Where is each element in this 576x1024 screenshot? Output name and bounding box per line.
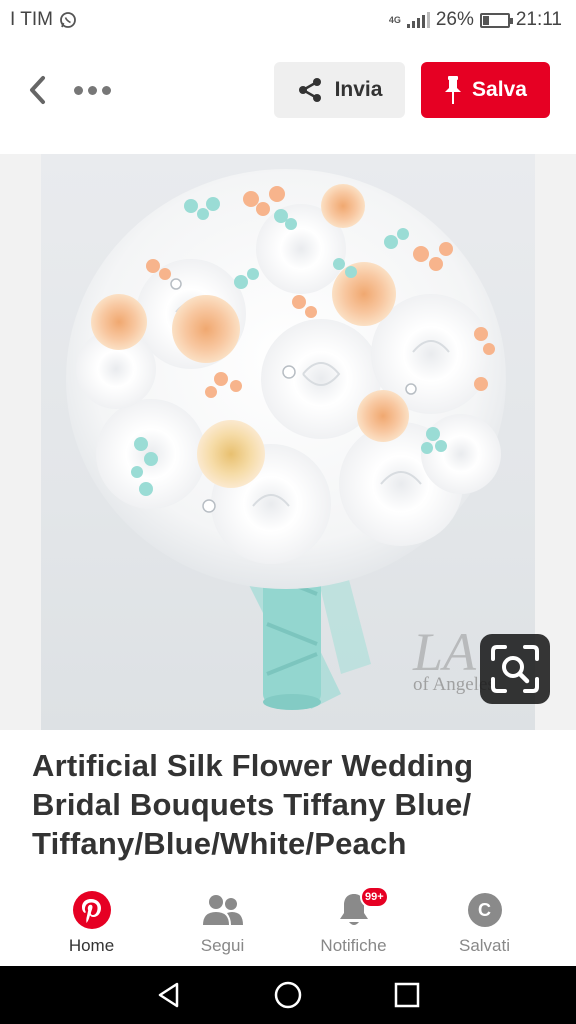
whatsapp-icon	[60, 12, 76, 28]
nav-icon-wrap: C	[467, 890, 502, 930]
square-recents-icon	[394, 982, 419, 1008]
dot-icon	[74, 85, 83, 95]
share-button[interactable]: Invia	[274, 62, 405, 118]
nav-item-saved[interactable]: C Salvati	[419, 880, 550, 966]
status-bar: I TIM 4G 26% 21:11	[0, 0, 576, 40]
nav-label-saved: Salvati	[458, 936, 511, 955]
share-label: Invia	[334, 78, 383, 101]
dot-icon	[102, 85, 111, 95]
share-icon	[298, 78, 321, 102]
bottom-navigation: Home Segui 99+ Notifiche C Salvati	[0, 880, 576, 966]
carrier-label: I TIM	[10, 9, 53, 30]
chevron-left-icon	[30, 76, 45, 104]
save-label: Salva	[472, 78, 527, 101]
system-back-button[interactable]	[149, 975, 189, 1015]
nav-label-following: Segui	[200, 936, 245, 955]
pinterest-logo-icon	[72, 891, 111, 929]
nav-item-home[interactable]: Home	[26, 880, 157, 966]
network-label: 4G	[388, 14, 401, 25]
battery-icon	[479, 12, 513, 28]
status-left: I TIM	[10, 9, 77, 31]
notification-badge: 99+	[360, 886, 389, 908]
status-right: 4G 26% 21:11	[389, 9, 562, 31]
people-icon	[202, 895, 243, 925]
avatar: C	[467, 893, 502, 927]
nav-icon-wrap	[72, 890, 112, 930]
save-button[interactable]: Salva	[421, 62, 550, 118]
triangle-back-icon	[159, 982, 179, 1008]
visual-search-button[interactable]	[480, 634, 550, 704]
back-button[interactable]	[22, 70, 52, 110]
network-type: 4G	[388, 14, 401, 25]
nav-icon-wrap	[202, 890, 244, 930]
pin-toolbar: Invia Salva	[0, 40, 576, 140]
battery-percent: 26%	[435, 9, 474, 30]
pin-icon	[445, 76, 462, 104]
pin-image[interactable]: LA of Angeles	[41, 154, 535, 730]
system-home-button[interactable]	[268, 975, 308, 1015]
nav-item-following[interactable]: Segui	[157, 880, 288, 966]
system-navigation-bar	[0, 966, 576, 1024]
circle-home-icon	[274, 981, 302, 1009]
more-options-button[interactable]	[74, 85, 111, 95]
pin-title: Artificial Silk Flower Wedding Bridal Bo…	[32, 748, 474, 861]
nav-item-notifications[interactable]: 99+ Notifiche	[288, 880, 419, 966]
clock: 21:11	[515, 9, 562, 30]
nav-label-home: Home	[68, 936, 115, 955]
signal-icon	[406, 12, 430, 28]
dot-icon	[88, 85, 97, 95]
nav-label-notifications: Notifiche	[320, 936, 387, 955]
pin-image-container[interactable]: LA of Angeles	[0, 154, 576, 730]
lens-search-icon	[491, 645, 539, 693]
system-recents-button[interactable]	[387, 975, 427, 1015]
